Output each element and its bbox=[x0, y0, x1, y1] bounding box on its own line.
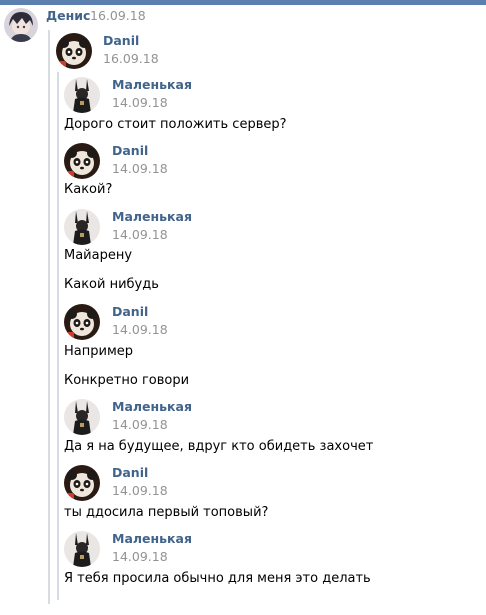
forward-quote-line-outer bbox=[48, 30, 50, 604]
message-text: Конкретно говори bbox=[64, 373, 190, 388]
message-author[interactable]: Маленькая bbox=[112, 531, 192, 546]
top-message-date[interactable]: 16.09.18 bbox=[90, 8, 146, 23]
message-text: Да я на будущее, вдруг кто обидеть захоч… bbox=[64, 439, 374, 454]
message-text: ты ддосила первый топовый? bbox=[64, 505, 269, 520]
message-text: Какой нибудь bbox=[64, 277, 159, 292]
message-author[interactable]: Danil bbox=[112, 304, 148, 319]
message-text: Я тебя просила обычно для меня это делат… bbox=[64, 571, 371, 586]
message-date[interactable]: 14.09.18 bbox=[112, 227, 168, 242]
anime-boy-avatar-icon[interactable] bbox=[4, 8, 38, 42]
message-author[interactable]: Маленькая bbox=[112, 77, 192, 92]
top-accent-bar bbox=[0, 0, 486, 5]
message-text: Какой? bbox=[64, 182, 113, 197]
message-author[interactable]: Danil bbox=[112, 143, 148, 158]
forwarded-author[interactable]: Danil bbox=[103, 33, 139, 48]
bunny-girl-avatar-icon[interactable] bbox=[64, 209, 100, 245]
panda-avatar-icon[interactable] bbox=[64, 143, 100, 179]
message-date[interactable]: 14.09.18 bbox=[112, 322, 168, 337]
message-text: Майарену bbox=[64, 248, 133, 263]
bunny-girl-avatar-icon[interactable] bbox=[64, 77, 100, 113]
message-author[interactable]: Danil bbox=[112, 465, 148, 480]
bunny-girl-avatar-icon[interactable] bbox=[64, 399, 100, 435]
panda-avatar-icon[interactable] bbox=[64, 465, 100, 501]
message-author[interactable]: Маленькая bbox=[112, 399, 192, 414]
message-date[interactable]: 14.09.18 bbox=[112, 549, 168, 564]
panda-avatar-icon[interactable] bbox=[56, 33, 92, 69]
message-author[interactable]: Маленькая bbox=[112, 209, 192, 224]
message-text: Дорого стоит положить сервер? bbox=[64, 117, 287, 132]
message-date[interactable]: 14.09.18 bbox=[112, 95, 168, 110]
forward-quote-line-inner bbox=[57, 72, 59, 600]
message-date[interactable]: 14.09.18 bbox=[112, 483, 168, 498]
bunny-girl-avatar-icon[interactable] bbox=[64, 531, 100, 567]
message-text: Например bbox=[64, 344, 133, 359]
panda-avatar-icon[interactable] bbox=[64, 304, 100, 340]
message-date[interactable]: 14.09.18 bbox=[112, 417, 168, 432]
top-message-author[interactable]: Денис bbox=[46, 8, 90, 23]
conversation-page: Денис 16.09.18 Danil 16.09.18 Маленькая … bbox=[0, 0, 486, 615]
forwarded-date[interactable]: 16.09.18 bbox=[103, 51, 159, 66]
message-date[interactable]: 14.09.18 bbox=[112, 161, 168, 176]
